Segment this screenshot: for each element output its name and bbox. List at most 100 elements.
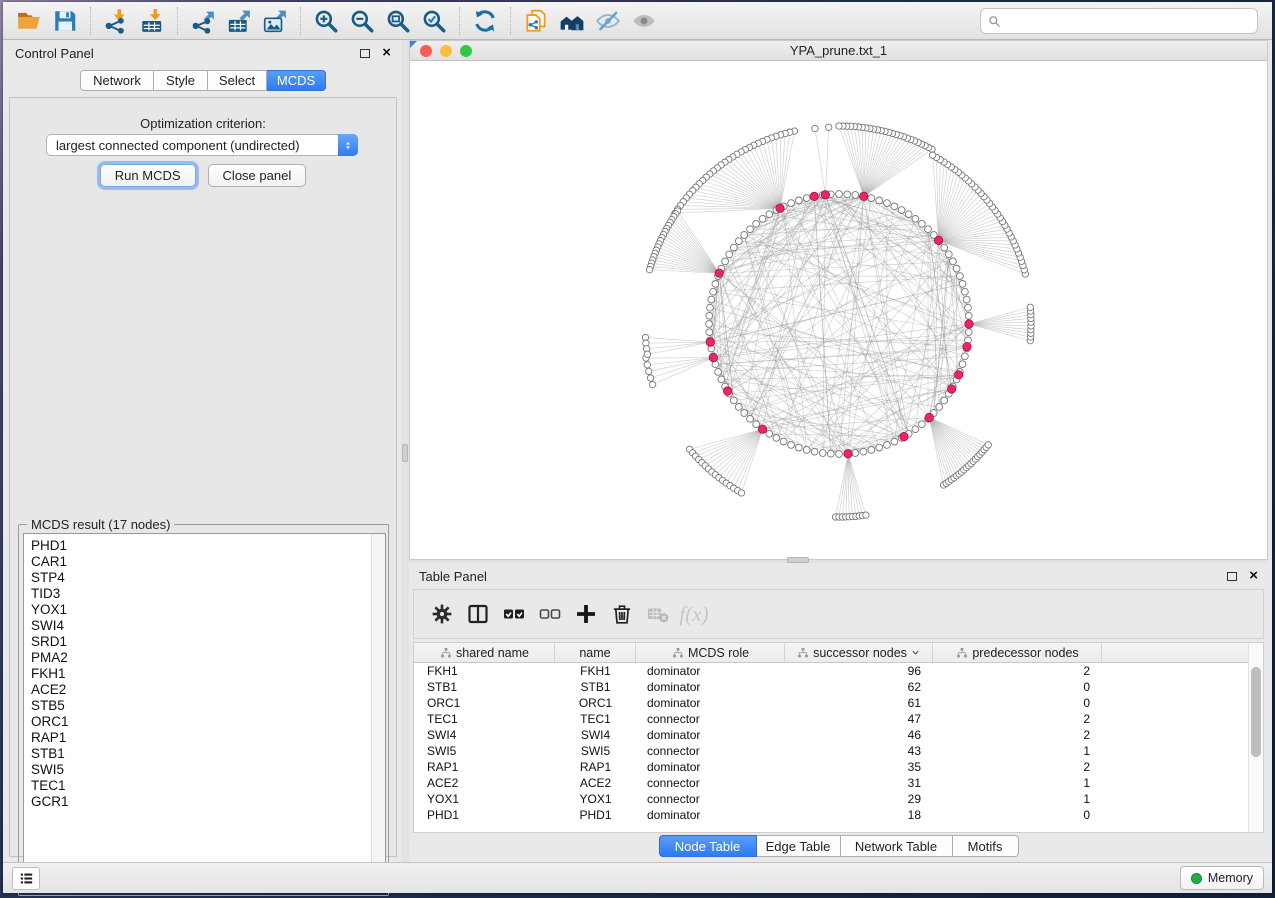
search-icon (987, 14, 1002, 29)
table-panel: Table Panel × f(x) shared namenameMCDS r… (409, 563, 1268, 862)
zoom-out-button[interactable] (344, 5, 380, 37)
import-network-icon (103, 8, 129, 34)
result-node[interactable]: GCR1 (31, 794, 385, 810)
table-row[interactable]: YOX1YOX1connector291 (414, 791, 1250, 807)
tab-edge-table[interactable]: Edge Table (757, 835, 841, 857)
result-node[interactable]: CAR1 (31, 554, 385, 570)
delete-button[interactable] (604, 596, 640, 632)
result-node[interactable]: TID3 (31, 586, 385, 602)
column-header-MCDS-role[interactable]: MCDS role (636, 643, 785, 662)
memory-button[interactable]: Memory (1180, 866, 1264, 890)
tab-style[interactable]: Style (154, 70, 208, 91)
import-table-button[interactable] (134, 5, 170, 37)
frame-focus-corner (410, 41, 417, 48)
result-node[interactable]: ACE2 (31, 682, 385, 698)
column-header-predecessor-nodes[interactable]: predecessor nodes (933, 643, 1102, 662)
cell: 31 (785, 775, 933, 791)
result-node[interactable]: SWI4 (31, 618, 385, 634)
tab-network[interactable]: Network (80, 70, 154, 91)
settings-button[interactable] (424, 596, 460, 632)
cell: 35 (785, 759, 933, 775)
tab-motifs[interactable]: Motifs (953, 835, 1019, 857)
mcds-result-list[interactable]: PHD1CAR1STP4TID3YOX1SWI4SRD1PMA2FKH1ACE2… (23, 533, 386, 891)
table-float-icon[interactable] (1227, 572, 1237, 581)
table-row[interactable]: SWI4SWI4dominator462 (414, 727, 1250, 743)
result-node[interactable]: ORC1 (31, 714, 385, 730)
import-network-button[interactable] (98, 5, 134, 37)
float-panel-icon[interactable] (360, 49, 370, 58)
result-node[interactable]: FKH1 (31, 666, 385, 682)
result-node[interactable]: TEC1 (31, 778, 385, 794)
cell: 2 (933, 663, 1102, 679)
result-node[interactable]: YOX1 (31, 602, 385, 618)
deselect-all-button[interactable] (532, 596, 568, 632)
table-row[interactable]: STB1STB1dominator620 (414, 679, 1250, 695)
table-row[interactable]: ORC1ORC1dominator610 (414, 695, 1250, 711)
column-header-shared-name[interactable]: shared name (414, 643, 555, 662)
table-scrollbar-thumb[interactable] (1251, 667, 1261, 757)
list-icon (18, 870, 35, 887)
cell: PHD1 (414, 807, 555, 823)
result-node[interactable]: STP4 (31, 570, 385, 586)
network-canvas[interactable] (410, 61, 1267, 559)
cell: SWI4 (414, 727, 555, 743)
run-mcds-button[interactable]: Run MCDS (100, 164, 196, 187)
table-tabs: Node TableEdge TableNetwork TableMotifs (409, 835, 1268, 857)
table-row[interactable]: RAP1RAP1dominator352 (414, 759, 1250, 775)
duplicate-network-button[interactable] (518, 5, 554, 37)
zoom-out-icon (349, 8, 375, 34)
column-header-name[interactable]: name (555, 643, 636, 662)
cell: TEC1 (414, 711, 555, 727)
result-node[interactable]: RAP1 (31, 730, 385, 746)
toolbar-buttons (11, 5, 662, 37)
vertical-splitter[interactable] (401, 40, 409, 862)
toolbar-separator (300, 7, 301, 35)
result-node[interactable]: PMA2 (31, 650, 385, 666)
table-row[interactable]: PHD1PHD1dominator180 (414, 807, 1250, 823)
search-box[interactable] (980, 8, 1258, 34)
network-graph[interactable] (410, 61, 1267, 559)
refresh-button[interactable] (467, 5, 503, 37)
search-input[interactable] (1006, 14, 1251, 29)
result-node[interactable]: SRD1 (31, 634, 385, 650)
zoom-in-icon (313, 8, 339, 34)
close-panel-button[interactable]: Close panel (208, 164, 307, 187)
hide-selected-button[interactable] (590, 5, 626, 37)
result-node[interactable]: STB1 (31, 746, 385, 762)
columns-button[interactable] (460, 596, 496, 632)
cell: 1 (933, 791, 1102, 807)
tab-select[interactable]: Select (208, 70, 267, 91)
export-image-button[interactable] (257, 5, 293, 37)
mcds-result-group: MCDS result (17 nodes) PHD1CAR1STP4TID3Y… (18, 524, 389, 896)
first-neighbors-button[interactable] (554, 5, 590, 37)
zoom-fit-button[interactable] (380, 5, 416, 37)
export-table-button[interactable] (221, 5, 257, 37)
criterion-select[interactable]: largest connected component (undirected) (46, 134, 358, 156)
add-button[interactable] (568, 596, 604, 632)
tab-network-table[interactable]: Network Table (841, 835, 953, 857)
open-button[interactable] (11, 5, 47, 37)
zoom-selected-button[interactable] (416, 5, 452, 37)
table-row[interactable]: SWI5SWI5connector431 (414, 743, 1250, 759)
tab-node-table[interactable]: Node Table (659, 835, 757, 857)
export-network-button[interactable] (185, 5, 221, 37)
result-node[interactable]: SWI5 (31, 762, 385, 778)
tab-mcds[interactable]: MCDS (267, 70, 326, 91)
cell: dominator (636, 679, 785, 695)
table-close-icon[interactable]: × (1249, 571, 1258, 581)
result-node[interactable]: PHD1 (31, 538, 385, 554)
table-scrollbar[interactable] (1248, 643, 1263, 832)
result-node[interactable]: STB5 (31, 698, 385, 714)
save-button[interactable] (47, 5, 83, 37)
close-panel-icon[interactable]: × (382, 48, 391, 58)
task-history-button[interactable] (12, 867, 40, 890)
table-row[interactable]: FKH1FKH1dominator962 (414, 663, 1250, 679)
zoom-in-button[interactable] (308, 5, 344, 37)
select-all-button[interactable] (496, 596, 532, 632)
show-all-button[interactable] (626, 5, 662, 37)
table-row[interactable]: ACE2ACE2connector311 (414, 775, 1250, 791)
table-row[interactable]: TEC1TEC1connector472 (414, 711, 1250, 727)
main-toolbar (3, 2, 1272, 40)
result-list-scrollbar[interactable] (371, 534, 385, 890)
column-header-successor-nodes[interactable]: successor nodes (785, 643, 933, 662)
